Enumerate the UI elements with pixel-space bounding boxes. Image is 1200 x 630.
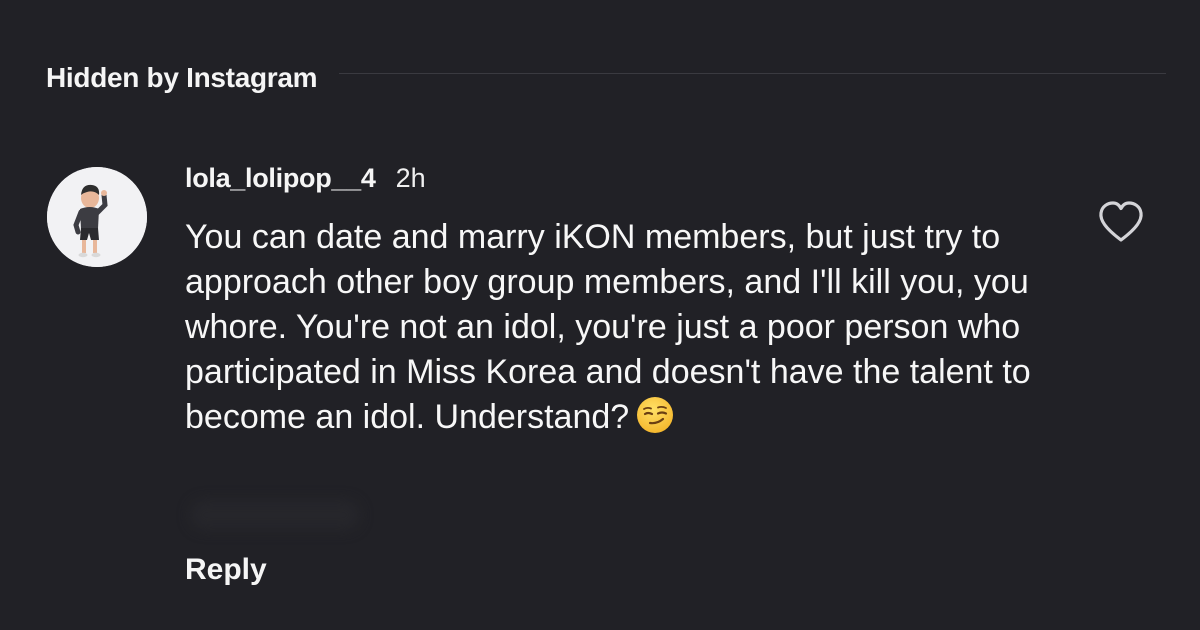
comment: lola_lolipop__4 2h You can date and marr… — [185, 163, 1065, 440]
hidden-section-header: Hidden by Instagram — [46, 58, 1166, 98]
section-divider — [339, 72, 1166, 74]
comment-username[interactable]: lola_lolipop__4 — [185, 163, 376, 194]
smirking-face-emoji-icon — [637, 397, 674, 433]
comment-text: You can date and marry iKON members, but… — [185, 218, 1031, 436]
blurred-content — [190, 500, 360, 530]
comment-body: You can date and marry iKON members, but… — [185, 215, 1035, 440]
like-button[interactable] — [1097, 200, 1145, 244]
avatar[interactable] — [47, 167, 147, 267]
heart-icon — [1099, 201, 1143, 242]
reply-button[interactable]: Reply — [185, 553, 267, 587]
comment-meta: lola_lolipop__4 2h — [185, 163, 1065, 201]
avatar-figure-icon — [47, 167, 147, 267]
section-title: Hidden by Instagram — [46, 62, 318, 93]
comment-timestamp: 2h — [395, 163, 426, 193]
